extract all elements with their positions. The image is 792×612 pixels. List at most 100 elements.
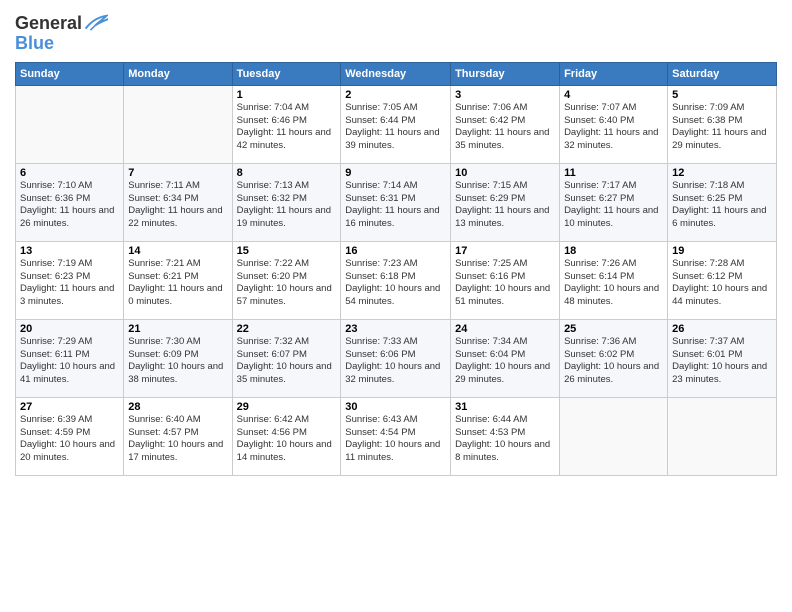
day-info: Sunrise: 7:23 AM Sunset: 6:18 PM Dayligh… <box>345 258 446 309</box>
calendar-cell: 4Sunrise: 7:07 AM Sunset: 6:40 PM Daylig… <box>560 85 668 163</box>
calendar-cell <box>560 397 668 475</box>
day-number: 10 <box>455 167 555 179</box>
day-info: Sunrise: 7:18 AM Sunset: 6:25 PM Dayligh… <box>672 180 772 231</box>
day-info: Sunrise: 7:04 AM Sunset: 6:46 PM Dayligh… <box>237 102 337 153</box>
day-info: Sunrise: 6:39 AM Sunset: 4:59 PM Dayligh… <box>20 414 119 465</box>
calendar-cell: 3Sunrise: 7:06 AM Sunset: 6:42 PM Daylig… <box>451 85 560 163</box>
calendar-week-2: 6Sunrise: 7:10 AM Sunset: 6:36 PM Daylig… <box>16 163 777 241</box>
calendar-cell: 5Sunrise: 7:09 AM Sunset: 6:38 PM Daylig… <box>668 85 777 163</box>
day-number: 13 <box>20 245 119 257</box>
calendar-cell: 12Sunrise: 7:18 AM Sunset: 6:25 PM Dayli… <box>668 163 777 241</box>
weekday-header-sunday: Sunday <box>16 62 124 85</box>
calendar-cell: 7Sunrise: 7:11 AM Sunset: 6:34 PM Daylig… <box>124 163 232 241</box>
day-number: 28 <box>128 401 227 413</box>
weekday-header-wednesday: Wednesday <box>341 62 451 85</box>
weekday-header-monday: Monday <box>124 62 232 85</box>
calendar-cell: 17Sunrise: 7:25 AM Sunset: 6:16 PM Dayli… <box>451 241 560 319</box>
day-info: Sunrise: 7:33 AM Sunset: 6:06 PM Dayligh… <box>345 336 446 387</box>
day-info: Sunrise: 7:37 AM Sunset: 6:01 PM Dayligh… <box>672 336 772 387</box>
day-info: Sunrise: 7:09 AM Sunset: 6:38 PM Dayligh… <box>672 102 772 153</box>
day-info: Sunrise: 6:42 AM Sunset: 4:56 PM Dayligh… <box>237 414 337 465</box>
calendar-cell: 16Sunrise: 7:23 AM Sunset: 6:18 PM Dayli… <box>341 241 451 319</box>
calendar-cell: 6Sunrise: 7:10 AM Sunset: 6:36 PM Daylig… <box>16 163 124 241</box>
day-number: 24 <box>455 323 555 335</box>
day-number: 29 <box>237 401 337 413</box>
day-number: 16 <box>345 245 446 257</box>
day-number: 3 <box>455 89 555 101</box>
calendar-cell <box>16 85 124 163</box>
calendar-week-4: 20Sunrise: 7:29 AM Sunset: 6:11 PM Dayli… <box>16 319 777 397</box>
day-number: 11 <box>564 167 663 179</box>
day-number: 23 <box>345 323 446 335</box>
day-number: 2 <box>345 89 446 101</box>
weekday-header-saturday: Saturday <box>668 62 777 85</box>
day-info: Sunrise: 7:14 AM Sunset: 6:31 PM Dayligh… <box>345 180 446 231</box>
calendar-cell: 22Sunrise: 7:32 AM Sunset: 6:07 PM Dayli… <box>232 319 341 397</box>
day-number: 21 <box>128 323 227 335</box>
day-number: 8 <box>237 167 337 179</box>
calendar-cell: 20Sunrise: 7:29 AM Sunset: 6:11 PM Dayli… <box>16 319 124 397</box>
day-info: Sunrise: 6:40 AM Sunset: 4:57 PM Dayligh… <box>128 414 227 465</box>
calendar-cell: 2Sunrise: 7:05 AM Sunset: 6:44 PM Daylig… <box>341 85 451 163</box>
calendar-cell: 18Sunrise: 7:26 AM Sunset: 6:14 PM Dayli… <box>560 241 668 319</box>
calendar-cell: 24Sunrise: 7:34 AM Sunset: 6:04 PM Dayli… <box>451 319 560 397</box>
calendar-week-5: 27Sunrise: 6:39 AM Sunset: 4:59 PM Dayli… <box>16 397 777 475</box>
day-info: Sunrise: 7:19 AM Sunset: 6:23 PM Dayligh… <box>20 258 119 309</box>
day-number: 26 <box>672 323 772 335</box>
calendar-cell <box>668 397 777 475</box>
day-number: 17 <box>455 245 555 257</box>
day-number: 25 <box>564 323 663 335</box>
calendar-cell: 27Sunrise: 6:39 AM Sunset: 4:59 PM Dayli… <box>16 397 124 475</box>
day-info: Sunrise: 7:28 AM Sunset: 6:12 PM Dayligh… <box>672 258 772 309</box>
calendar-cell: 8Sunrise: 7:13 AM Sunset: 6:32 PM Daylig… <box>232 163 341 241</box>
day-number: 6 <box>20 167 119 179</box>
day-number: 30 <box>345 401 446 413</box>
day-number: 5 <box>672 89 772 101</box>
day-info: Sunrise: 7:29 AM Sunset: 6:11 PM Dayligh… <box>20 336 119 387</box>
calendar-cell: 29Sunrise: 6:42 AM Sunset: 4:56 PM Dayli… <box>232 397 341 475</box>
day-number: 31 <box>455 401 555 413</box>
logo-bird-icon <box>84 14 108 32</box>
calendar-cell: 13Sunrise: 7:19 AM Sunset: 6:23 PM Dayli… <box>16 241 124 319</box>
calendar-cell <box>124 85 232 163</box>
day-number: 18 <box>564 245 663 257</box>
weekday-header-friday: Friday <box>560 62 668 85</box>
page-header: General Blue <box>15 10 777 54</box>
day-info: Sunrise: 6:44 AM Sunset: 4:53 PM Dayligh… <box>455 414 555 465</box>
day-number: 12 <box>672 167 772 179</box>
day-number: 14 <box>128 245 227 257</box>
calendar-cell: 9Sunrise: 7:14 AM Sunset: 6:31 PM Daylig… <box>341 163 451 241</box>
day-info: Sunrise: 7:26 AM Sunset: 6:14 PM Dayligh… <box>564 258 663 309</box>
weekday-header-row: SundayMondayTuesdayWednesdayThursdayFrid… <box>16 62 777 85</box>
day-number: 9 <box>345 167 446 179</box>
logo-blue-text: Blue <box>15 33 54 53</box>
calendar-cell: 26Sunrise: 7:37 AM Sunset: 6:01 PM Dayli… <box>668 319 777 397</box>
day-info: Sunrise: 7:13 AM Sunset: 6:32 PM Dayligh… <box>237 180 337 231</box>
day-info: Sunrise: 7:10 AM Sunset: 6:36 PM Dayligh… <box>20 180 119 231</box>
weekday-header-thursday: Thursday <box>451 62 560 85</box>
day-info: Sunrise: 7:06 AM Sunset: 6:42 PM Dayligh… <box>455 102 555 153</box>
day-number: 20 <box>20 323 119 335</box>
day-info: Sunrise: 7:22 AM Sunset: 6:20 PM Dayligh… <box>237 258 337 309</box>
day-info: Sunrise: 7:15 AM Sunset: 6:29 PM Dayligh… <box>455 180 555 231</box>
calendar-cell: 11Sunrise: 7:17 AM Sunset: 6:27 PM Dayli… <box>560 163 668 241</box>
day-info: Sunrise: 7:07 AM Sunset: 6:40 PM Dayligh… <box>564 102 663 153</box>
calendar-cell: 1Sunrise: 7:04 AM Sunset: 6:46 PM Daylig… <box>232 85 341 163</box>
day-info: Sunrise: 6:43 AM Sunset: 4:54 PM Dayligh… <box>345 414 446 465</box>
day-number: 15 <box>237 245 337 257</box>
calendar-cell: 23Sunrise: 7:33 AM Sunset: 6:06 PM Dayli… <box>341 319 451 397</box>
calendar-week-1: 1Sunrise: 7:04 AM Sunset: 6:46 PM Daylig… <box>16 85 777 163</box>
calendar-table: SundayMondayTuesdayWednesdayThursdayFrid… <box>15 62 777 476</box>
day-info: Sunrise: 7:25 AM Sunset: 6:16 PM Dayligh… <box>455 258 555 309</box>
day-info: Sunrise: 7:36 AM Sunset: 6:02 PM Dayligh… <box>564 336 663 387</box>
calendar-cell: 14Sunrise: 7:21 AM Sunset: 6:21 PM Dayli… <box>124 241 232 319</box>
day-number: 27 <box>20 401 119 413</box>
calendar-week-3: 13Sunrise: 7:19 AM Sunset: 6:23 PM Dayli… <box>16 241 777 319</box>
logo: General Blue <box>15 14 108 54</box>
day-number: 22 <box>237 323 337 335</box>
day-number: 7 <box>128 167 227 179</box>
day-info: Sunrise: 7:17 AM Sunset: 6:27 PM Dayligh… <box>564 180 663 231</box>
weekday-header-tuesday: Tuesday <box>232 62 341 85</box>
day-info: Sunrise: 7:11 AM Sunset: 6:34 PM Dayligh… <box>128 180 227 231</box>
calendar-cell: 19Sunrise: 7:28 AM Sunset: 6:12 PM Dayli… <box>668 241 777 319</box>
